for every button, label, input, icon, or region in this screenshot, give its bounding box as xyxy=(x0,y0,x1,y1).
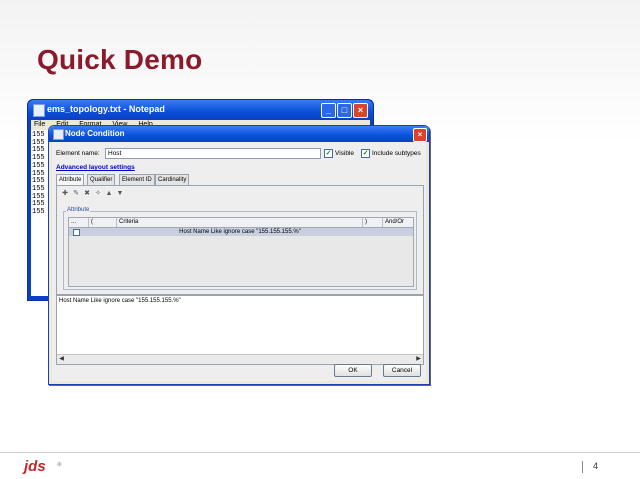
menu-file[interactable]: File xyxy=(34,121,45,128)
preview-text: Host Name Like ignore case "155.155.155.… xyxy=(59,298,181,304)
dialog-title: Node Condition xyxy=(65,129,125,138)
add-icon[interactable]: ✚ xyxy=(61,190,69,198)
element-name-input[interactable]: Host xyxy=(105,148,321,159)
horizontal-scrollbar[interactable]: ◀ ▶ xyxy=(57,354,423,364)
page-number: 4 xyxy=(593,461,599,471)
tab-cardinality[interactable]: Cardinality xyxy=(155,174,190,185)
dialog-titlebar[interactable]: Node Condition × xyxy=(49,126,429,142)
move-down-icon[interactable]: ▼ xyxy=(116,190,124,198)
visible-label: Visible xyxy=(335,150,355,157)
row-checkbox[interactable] xyxy=(73,229,80,236)
node-condition-dialog: Node Condition × Element name: Host ✓ Vi… xyxy=(48,125,430,385)
wizard-icon[interactable]: ✧ xyxy=(94,190,102,198)
attribute-group: Attribute ... ( Criteria ) And/Or Host N… xyxy=(63,207,417,290)
scroll-right-icon[interactable]: ▶ xyxy=(414,355,423,364)
cancel-button[interactable]: Cancel xyxy=(383,364,421,377)
include-subtypes-checkbox[interactable]: ✓ xyxy=(361,149,370,158)
visible-checkbox[interactable]: ✓ xyxy=(324,149,333,158)
logo-mark: ✳ xyxy=(56,460,63,469)
column-header-open-paren[interactable]: ( xyxy=(89,218,117,227)
column-header-select[interactable]: ... xyxy=(69,218,89,227)
row-criteria: Host Name Like ignore case "155.155.155.… xyxy=(179,229,301,235)
attribute-group-label: Attribute xyxy=(66,207,91,213)
include-subtypes-label: Include subtypes xyxy=(372,150,421,157)
close-button[interactable]: × xyxy=(353,103,368,118)
dialog-icon xyxy=(53,129,64,140)
company-logo: jds xyxy=(24,458,46,475)
dialog-close-button[interactable]: × xyxy=(413,128,427,142)
slide-title: Quick Demo xyxy=(37,44,203,75)
move-up-icon[interactable]: ▲ xyxy=(105,190,113,198)
column-header-criteria[interactable]: Criteria xyxy=(117,218,363,227)
dialog-content: Element name: Host ✓ Visible ✓ Include s… xyxy=(52,142,426,381)
condition-preview: Host Name Like ignore case "155.155.155.… xyxy=(56,295,424,365)
text-line: 155 xyxy=(32,208,45,217)
table-header: ... ( Criteria ) And/Or xyxy=(69,218,413,228)
minimize-button[interactable]: _ xyxy=(321,103,336,118)
tab-qualifier[interactable]: Qualifier xyxy=(87,174,116,185)
edit-icon[interactable]: ✎ xyxy=(72,190,80,198)
notepad-icon xyxy=(33,104,45,117)
page-number-separator xyxy=(582,461,583,473)
advanced-layout-settings-link[interactable]: Advanced layout settings xyxy=(56,164,135,171)
maximize-button[interactable]: □ xyxy=(337,103,352,118)
column-header-close-paren[interactable]: ) xyxy=(363,218,383,227)
ok-button[interactable]: OK xyxy=(334,364,372,377)
delete-icon[interactable]: ✖ xyxy=(83,190,91,198)
scroll-left-icon[interactable]: ◀ xyxy=(57,355,66,364)
notepad-lines: 155 155 155 155 155 155 155 155 155 155 … xyxy=(32,131,45,217)
footer-divider xyxy=(0,452,640,453)
notepad-title: ems_topology.txt - Notepad xyxy=(47,104,165,114)
element-name-label: Element name: xyxy=(56,150,100,157)
attribute-tab-panel: ✚ ✎ ✖ ✧ ▲ ▼ Attribute ... ( Criteria ) A… xyxy=(56,185,424,295)
column-header-and-or[interactable]: And/Or xyxy=(383,218,413,227)
criteria-table: ... ( Criteria ) And/Or Host Name Like i… xyxy=(68,217,414,287)
notepad-titlebar[interactable]: ems_topology.txt - Notepad _ □ × xyxy=(28,100,373,120)
table-row[interactable]: Host Name Like ignore case "155.155.155.… xyxy=(69,228,413,236)
tab-element-id[interactable]: Element ID xyxy=(119,174,155,185)
